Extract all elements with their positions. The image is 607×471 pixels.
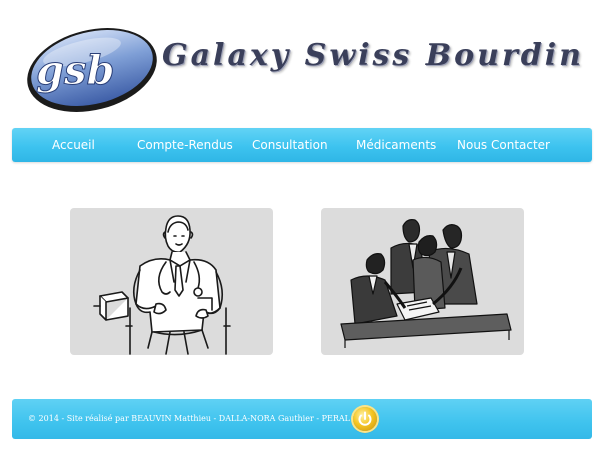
meeting-illustration: [340, 219, 512, 348]
nav-accueil[interactable]: Accueil: [52, 128, 95, 162]
nav-nous-contacter[interactable]: Nous Contacter: [457, 128, 550, 162]
power-button[interactable]: [353, 407, 377, 431]
doctor-illustration-panel: [70, 208, 273, 355]
nav-medicaments[interactable]: Médicaments: [356, 128, 436, 162]
doctor-illustration: [93, 215, 231, 355]
footer-credits: © 2014 - Site réalisé par BEAUVIN Matthi…: [28, 414, 374, 423]
footer: © 2014 - Site réalisé par BEAUVIN Matthi…: [12, 399, 592, 439]
site-title: Galaxy Swiss Bourdin: [162, 38, 584, 73]
power-icon: [358, 411, 372, 426]
main-navbar: Accueil Compte-Rendus Consultation Médic…: [12, 128, 592, 162]
nav-compte-rendus[interactable]: Compte-Rendus: [137, 128, 233, 162]
nav-consultation[interactable]: Consultation: [252, 128, 328, 162]
gsb-logo[interactable]: gsb: [22, 22, 162, 114]
page: gsb Galaxy Swiss Bourdin Accueil Compte-…: [0, 0, 607, 471]
logo-text: gsb: [36, 47, 114, 94]
meeting-illustration-panel: [321, 208, 524, 355]
